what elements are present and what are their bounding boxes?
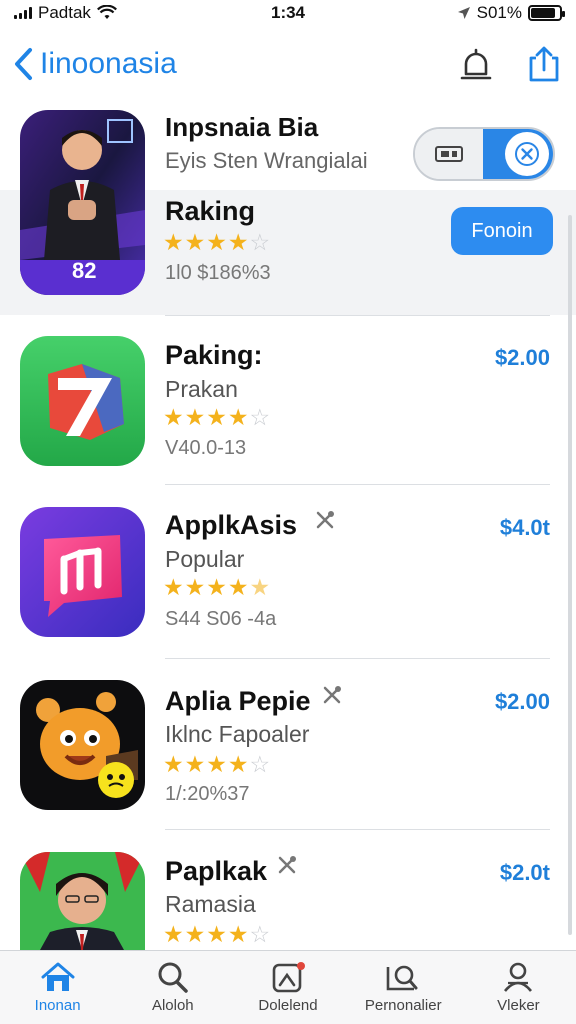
home-icon (41, 962, 75, 991)
status-bar: Padtak 1:34 S01% (0, 0, 576, 26)
star-full-icon: ★ (184, 751, 206, 777)
tab-games[interactable]: Dolelend (230, 951, 345, 1024)
star-full-icon: ★ (206, 404, 227, 430)
search-icon (158, 962, 188, 993)
star-full-icon: ★ (163, 574, 184, 600)
tools-icon (321, 684, 343, 711)
star-empty-icon: ☆ (249, 229, 271, 255)
toggle-track (483, 129, 553, 179)
price-button[interactable]: $2.00 (495, 345, 550, 371)
battery-percent: S01% (476, 3, 522, 22)
cartoon-creature-icon[interactable] (20, 680, 145, 810)
app-title: Raking (165, 196, 256, 226)
status-left: Padtak (14, 3, 117, 23)
app-meta: V40.0-13 (165, 437, 247, 459)
location-arrow-icon (457, 7, 470, 19)
price-button[interactable]: $2.00 (495, 689, 550, 715)
star-full-icon: ★ (227, 229, 249, 255)
tab-label: Pernonalier (364, 997, 442, 1014)
app-meta: 1/:20%37 (165, 783, 250, 805)
tab-label: Inonan (34, 997, 81, 1014)
chevron-left-icon (15, 48, 32, 80)
view-toggle[interactable] (413, 127, 555, 181)
tools-icon (276, 854, 298, 881)
star-full-icon: ★ (163, 751, 184, 777)
status-right: S01% (457, 3, 565, 23)
lightning-seven-icon[interactable] (20, 336, 145, 466)
tab-profile[interactable]: Vleker (461, 951, 576, 1024)
app-title: Paplkak (165, 856, 268, 886)
battery-fill (531, 8, 555, 18)
nav-actions (456, 44, 564, 84)
battery-icon (528, 5, 565, 21)
tab-label: Aloloh (151, 997, 194, 1014)
star-full-icon: ★ (206, 574, 227, 600)
share-icon[interactable] (524, 44, 564, 84)
back-label: Iinoonasia (40, 47, 177, 80)
app-meta: S44 S06 -4a (165, 608, 277, 630)
star-full-icon: ★ (206, 751, 227, 777)
tools-icon (314, 509, 336, 536)
star-full-icon: ★ (184, 921, 206, 947)
carrier-label: Padtak (38, 3, 91, 22)
bell-icon[interactable] (456, 44, 496, 84)
star-full-icon: ★ (206, 229, 227, 255)
nav-bar: Iinoonasia (0, 36, 576, 92)
app-subtitle: Ramasia (165, 891, 256, 917)
app-subtitle: Prakan (165, 376, 238, 402)
tab-search[interactable]: Aloloh (115, 951, 230, 1024)
tab-bar: Inonan Aloloh Dolelend Pernonalier Vleke… (0, 950, 576, 1024)
rating-stars: ★ ★ ★ ★ ☆ (163, 923, 270, 946)
grid-view-icon (415, 129, 483, 179)
rating-stars: ★ ★ ★ ★ ☆ (163, 231, 270, 254)
games-icon (272, 962, 305, 993)
person-portrait-icon[interactable]: 82 (20, 110, 145, 295)
star-full-icon: ★ (184, 574, 206, 600)
app-meta: 1l0 $186%3 (165, 262, 271, 284)
tab-label: Vleker (497, 997, 540, 1014)
star-full-icon: ★ (163, 229, 184, 255)
star-full-icon: ★ (184, 229, 206, 255)
rating-stars: ★ ★ ★ ★ ☆ (163, 406, 270, 429)
tab-apps[interactable]: Pernonalier (346, 951, 461, 1024)
tab-label: Dolelend (258, 997, 318, 1014)
close-icon (505, 132, 549, 176)
music-note-icon[interactable] (20, 507, 145, 637)
star-full-icon: ★ (227, 751, 249, 777)
wifi-icon (96, 5, 117, 19)
featured-subtitle: Eyis Sten Wrangialai (165, 148, 368, 173)
price-button[interactable]: $4.0t (500, 515, 550, 541)
star-full-icon: ★ (206, 921, 227, 947)
star-half-icon: ★ (249, 574, 271, 600)
star-empty-icon: ☆ (249, 404, 271, 430)
get-button[interactable]: Fonoin (451, 207, 553, 255)
apps-search-icon (386, 965, 418, 991)
star-full-icon: ★ (163, 404, 184, 430)
star-full-icon: ★ (184, 404, 206, 430)
star-full-icon: ★ (227, 404, 249, 430)
featured-title: Inpsnaia Bia (165, 112, 319, 142)
star-empty-icon: ☆ (249, 751, 271, 777)
back-button[interactable]: Iinoonasia (12, 47, 177, 81)
tab-today[interactable]: Inonan (0, 951, 115, 1024)
star-full-icon: ★ (163, 921, 184, 947)
app-subtitle: Popular (165, 546, 245, 572)
star-empty-icon: ☆ (249, 921, 271, 947)
app-title: ApplkAsis (165, 510, 298, 540)
price-button[interactable]: $2.0t (500, 860, 550, 886)
app-icon-label: 82 (72, 258, 96, 283)
scrollbar[interactable] (568, 215, 572, 935)
app-subtitle: Iklnc Fapoaler (165, 721, 310, 747)
star-full-icon: ★ (227, 574, 249, 600)
star-full-icon: ★ (227, 921, 249, 947)
app-title: Paking: (165, 340, 263, 370)
rating-stars: ★ ★ ★ ★ ☆ (163, 753, 270, 776)
rating-stars: ★ ★ ★ ★ ★ (163, 576, 270, 599)
person-portrait-icon[interactable] (20, 852, 145, 950)
app-title: Aplia Pepie (165, 686, 311, 716)
signal-icon (14, 7, 32, 19)
profile-icon (504, 962, 533, 992)
